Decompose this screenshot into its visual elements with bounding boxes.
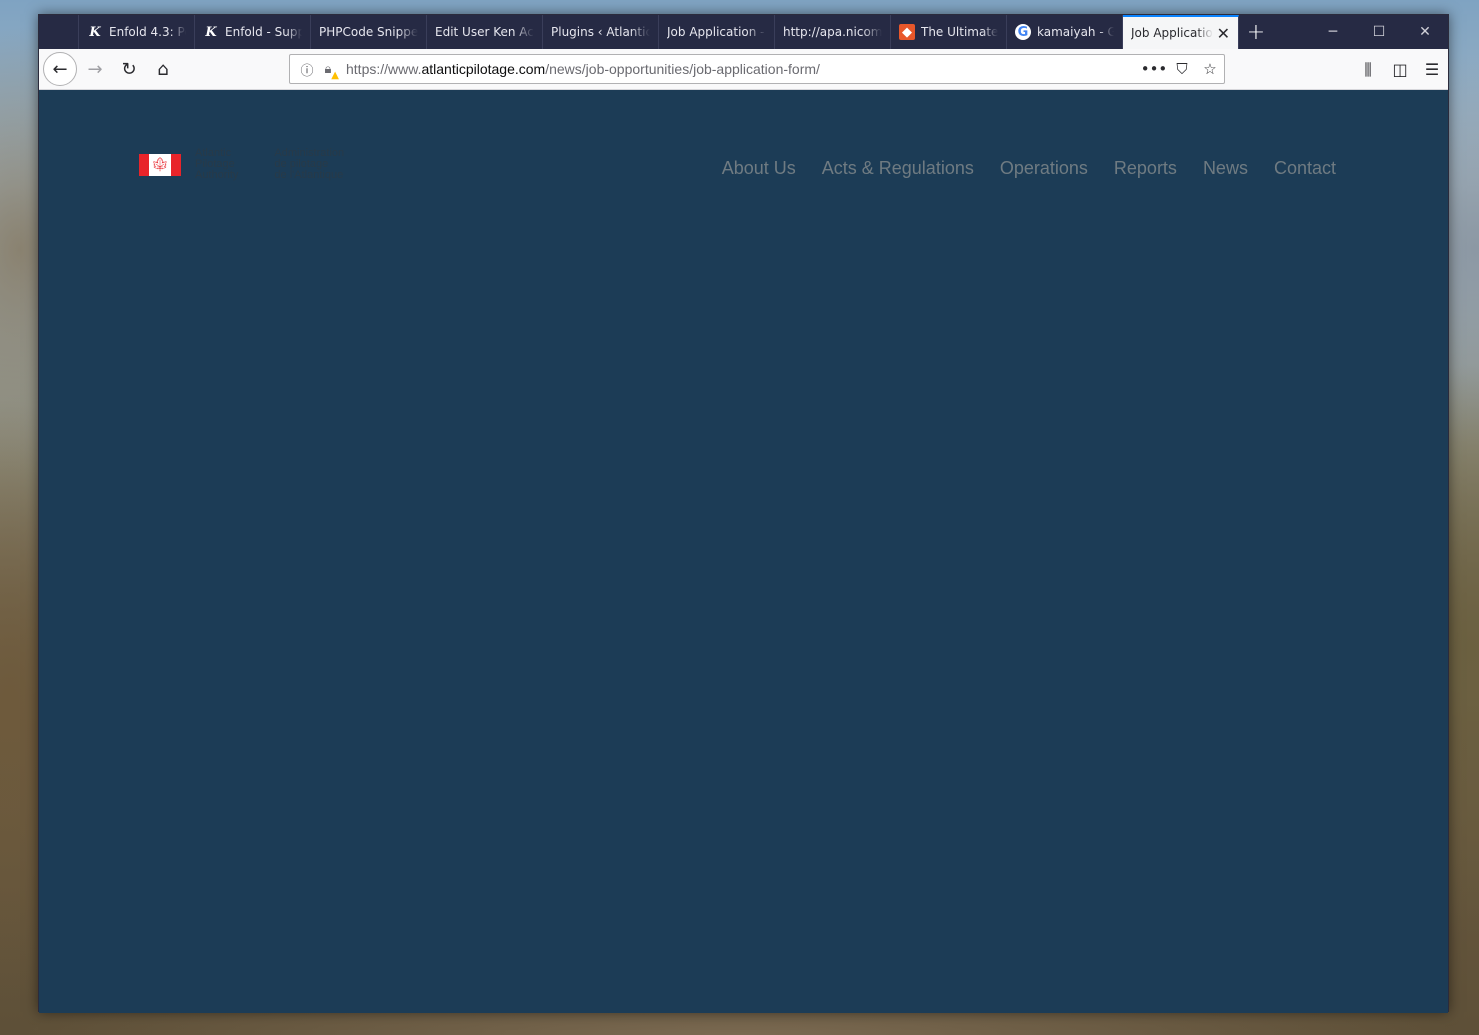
bookmark-star-icon[interactable]: ☆ — [1196, 60, 1224, 78]
logo-text-french: Administration de pilotage de l'Atlantiq… — [274, 148, 344, 181]
page-actions-icon[interactable]: ••• — [1140, 60, 1168, 78]
url-prefix: https://www. — [346, 61, 422, 77]
tab-label: http://apa.nicomi — [783, 25, 882, 39]
tab-label: Enfold 4.3: Pe — [109, 25, 186, 39]
tab-label: Job Applicatio — [1131, 26, 1213, 40]
nav-news[interactable]: News — [1203, 158, 1248, 179]
orange-site-icon: ◆ — [899, 24, 915, 40]
url-text[interactable]: https://www.atlanticpilotage.com/news/jo… — [346, 61, 820, 77]
url-actions: ••• ⛉ ☆ — [1140, 60, 1224, 78]
nav-about-us[interactable]: About Us — [722, 158, 796, 179]
close-window-icon[interactable]: ✕ — [1402, 15, 1448, 49]
insecure-lock-icon[interactable]: 🔒︎ ▲ — [318, 62, 339, 81]
tab-enfold-43[interactable]: K Enfold 4.3: Pe — [79, 15, 195, 49]
library-icon[interactable]: ⫼ — [1352, 60, 1384, 80]
window-controls: ─ ☐ ✕ — [1310, 15, 1448, 49]
right-toolbar: ⫼ ◫ ☰ — [1352, 49, 1448, 90]
tab-plugins[interactable]: Plugins ‹ Atlantic — [543, 15, 659, 49]
tab-the-ultimate[interactable]: ◆ The Ultimate — [891, 15, 1007, 49]
kriesi-k-icon: K — [205, 24, 217, 40]
tab-label: The Ultimate — [921, 25, 998, 39]
tab-job-application-1[interactable]: Job Application - — [659, 15, 775, 49]
url-domain: atlanticpilotage.com — [421, 61, 546, 77]
nav-operations[interactable]: Operations — [1000, 158, 1088, 179]
tab-phpcode-snippet[interactable]: PHPCode Snippet — [311, 15, 427, 49]
close-tab-icon[interactable]: ✕ — [1217, 24, 1230, 43]
nav-reports[interactable]: Reports — [1114, 158, 1177, 179]
logo-line: Authority — [195, 169, 239, 181]
pocket-icon[interactable]: ⛉ — [1168, 60, 1196, 78]
logo-text-english: Atlantic Pilotage Authority — [195, 148, 238, 181]
tab-strip-spacer — [39, 15, 79, 49]
back-arrow-icon[interactable]: ← — [43, 52, 77, 86]
tab-kamaiyah-google[interactable]: G kamaiyah - Go — [1007, 15, 1123, 49]
google-g-icon: G — [1015, 24, 1031, 40]
reload-icon[interactable]: ↻ — [113, 53, 145, 85]
site-logo[interactable]: 🍁︎ Atlantic Pilotage Authority Administr… — [139, 148, 344, 181]
main-navigation: About Us Acts & Regulations Operations R… — [722, 158, 1336, 179]
warning-icon: ▲ — [331, 69, 339, 81]
tab-edit-user[interactable]: Edit User Ken Ack — [427, 15, 543, 49]
web-page: 🍁︎ Atlantic Pilotage Authority Administr… — [39, 90, 1448, 1013]
forward-arrow-icon[interactable]: → — [79, 53, 111, 85]
info-icon[interactable]: ⓘ — [296, 60, 318, 79]
kriesi-k-icon: K — [89, 24, 101, 40]
canada-flag-icon: 🍁︎ — [139, 154, 181, 176]
hamburger-menu-icon[interactable]: ☰ — [1416, 60, 1448, 79]
logo-line: de l'Atlantique — [274, 169, 344, 181]
tab-label: PHPCode Snippet — [319, 25, 418, 39]
url-bar[interactable]: ⓘ 🔒︎ ▲ https://www.atlanticpilotage.com/n… — [289, 54, 1225, 84]
tab-apa-nicomi[interactable]: http://apa.nicomi — [775, 15, 891, 49]
new-tab-button[interactable]: + — [1239, 15, 1273, 49]
tab-label: Plugins ‹ Atlantic — [551, 25, 650, 39]
tab-enfold-support[interactable]: K Enfold - Supp — [195, 15, 311, 49]
nav-acts-regulations[interactable]: Acts & Regulations — [822, 158, 974, 179]
tab-strip: K Enfold 4.3: Pe K Enfold - Supp PHPCode… — [39, 15, 1448, 49]
tab-job-application-active[interactable]: Job Applicatio ✕ — [1123, 15, 1239, 49]
minimize-icon[interactable]: ─ — [1310, 15, 1356, 49]
url-path: /news/job-opportunities/job-application-… — [545, 61, 820, 77]
tab-label: kamaiyah - Go — [1037, 25, 1114, 39]
tab-label: Enfold - Supp — [225, 25, 302, 39]
browser-window: K Enfold 4.3: Pe K Enfold - Supp PHPCode… — [38, 14, 1449, 1013]
nav-contact[interactable]: Contact — [1274, 158, 1336, 179]
home-icon[interactable]: ⌂ — [147, 53, 179, 85]
maximize-icon[interactable]: ☐ — [1356, 15, 1402, 49]
tab-label: Job Application - — [667, 25, 765, 39]
sidebar-icon[interactable]: ◫ — [1384, 60, 1416, 79]
navigation-toolbar: ← → ↻ ⌂ ⓘ 🔒︎ ▲ https://www.atlanticpilota… — [39, 49, 1448, 90]
tab-label: Edit User Ken Ack — [435, 25, 534, 39]
